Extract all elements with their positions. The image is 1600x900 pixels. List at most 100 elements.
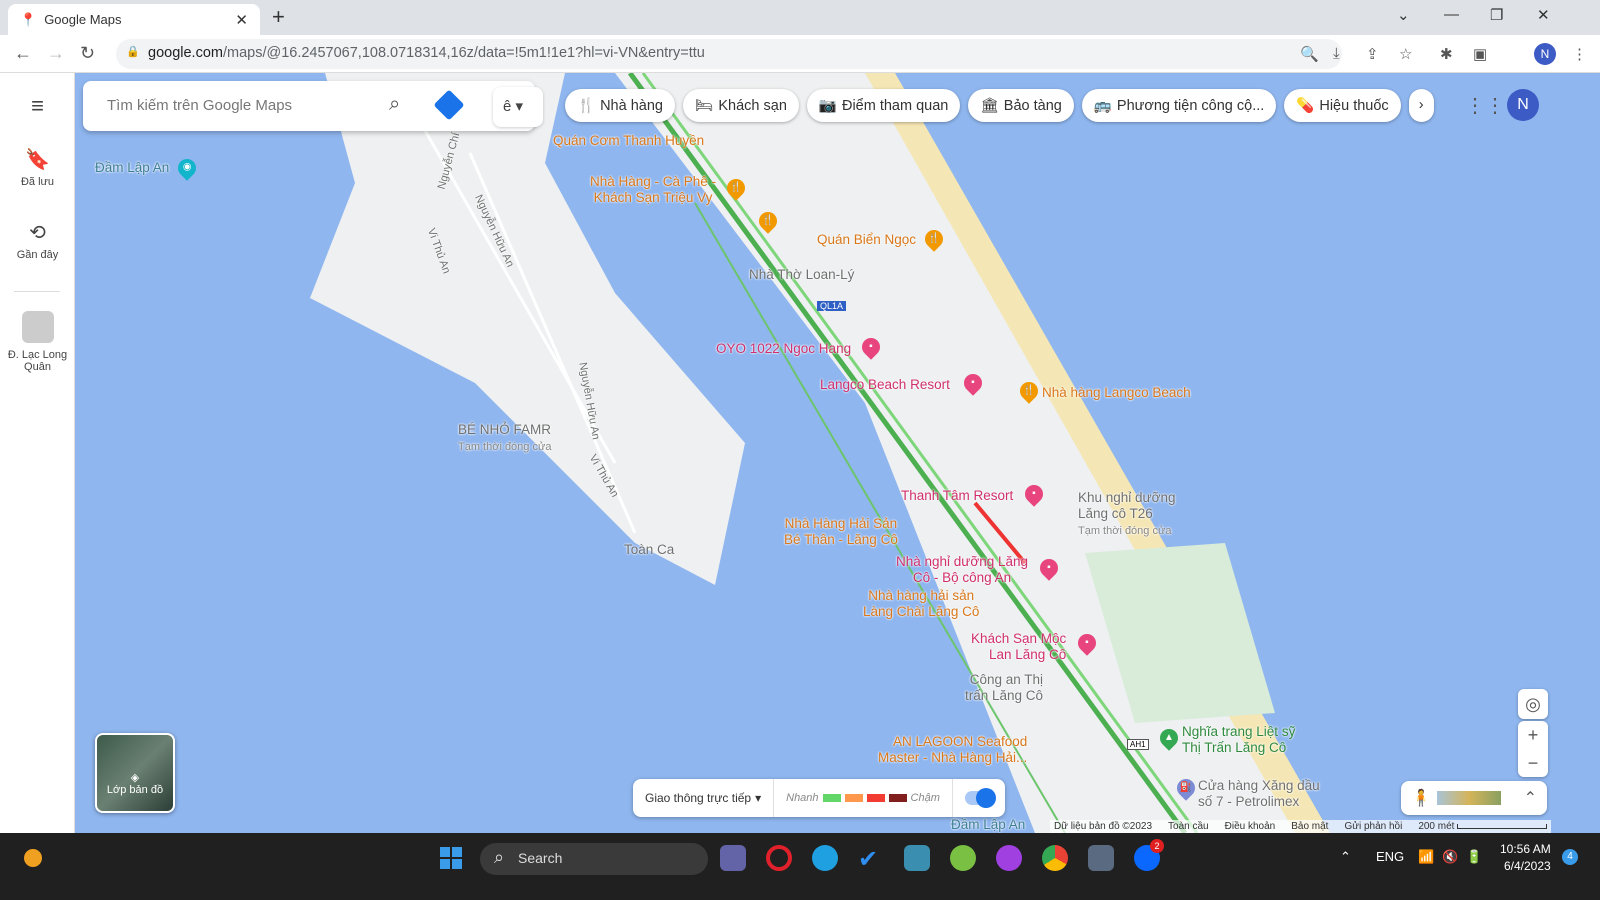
clock[interactable]: 10:56 AM 6/4/2023 [1500, 841, 1551, 875]
profile-avatar[interactable]: N [1534, 43, 1556, 65]
sidebar-item-saved[interactable]: 🔖 Đã lưu [0, 147, 75, 188]
map-label[interactable]: Toàn Ca [624, 542, 674, 558]
map-label[interactable]: Nghĩa trang Liệt sỹ Thị Trấn Lăng Cô [1182, 724, 1295, 756]
map-label[interactable]: Đầm Lập An [951, 817, 1025, 833]
pegman-icon[interactable]: 🧍 [1411, 788, 1431, 808]
directions-icon[interactable] [433, 89, 465, 121]
map-label[interactable]: Nhà nghỉ dưỡng Lăng Cô - Bộ công An [896, 554, 1028, 586]
new-tab-button[interactable]: + [272, 4, 285, 30]
chips-next-button[interactable]: › [1408, 89, 1434, 122]
forward-icon[interactable]: → [47, 43, 65, 64]
map-label[interactable]: Langco Beach Resort [820, 377, 950, 393]
input-tools-button[interactable]: ê ▾ [493, 87, 543, 127]
messenger-icon[interactable] [996, 845, 1022, 871]
map-label[interactable]: Nhà Hàng - Cà Phê - Khách Sạn Triệu Vy [590, 174, 716, 206]
map-label[interactable]: Khu nghỉ dưỡng Lăng cô T26 Tạm thời đóng c… [1078, 490, 1175, 539]
volume-muted-icon[interactable]: 🔇 [1442, 849, 1458, 865]
account-avatar[interactable]: N [1507, 89, 1539, 121]
battery-icon[interactable]: 🔋 [1466, 849, 1482, 865]
layers-button[interactable]: ◈ Lớp bản đồ [95, 733, 175, 813]
map-label[interactable]: Khách Sạn Mộc Lan Lăng Cô [971, 631, 1066, 663]
map-label[interactable]: OYO 1022 Ngoc Hang [716, 341, 851, 357]
lock-icon: 🔒 [126, 46, 140, 58]
my-location-button[interactable]: ◎ [1518, 689, 1548, 719]
chip-attractions[interactable]: 📷 Điểm tham quan [806, 89, 961, 122]
app-icon[interactable] [950, 845, 976, 871]
reload-icon[interactable]: ↻ [80, 43, 95, 64]
sidebar-item-label: Gần đây [16, 249, 59, 261]
map-label[interactable]: Nhà Hàng Hải Sản Bé Thân - Lăng Cô [784, 516, 898, 548]
map-label[interactable]: Nhà hàng Langco Beach [1042, 385, 1191, 401]
windows-start-icon[interactable] [440, 847, 462, 869]
menu-icon[interactable]: ⋮ [1572, 45, 1587, 63]
calculator-icon[interactable] [1088, 845, 1114, 871]
search-input[interactable]: Tìm kiếm trên Google Maps [107, 97, 292, 114]
extensions-icon[interactable]: ✱ [1440, 45, 1453, 63]
chip-museums[interactable]: 🏛 Bảo tàng [968, 89, 1074, 122]
minimize-button[interactable]: — [1444, 6, 1459, 23]
language-indicator[interactable]: ENG [1376, 849, 1404, 864]
zoom-icon[interactable]: 🔍 [1300, 45, 1319, 63]
chip-hotels[interactable]: 🛏 Khách sạn [682, 89, 799, 122]
map-label[interactable]: Cửa hàng Xăng dầu số 7 - Petrolimex [1198, 778, 1320, 810]
close-tab-icon[interactable]: ✕ [235, 11, 248, 29]
close-window-button[interactable]: ✕ [1537, 6, 1550, 24]
edge-icon[interactable] [812, 845, 838, 871]
map-label[interactable]: BÉ NHỎ FAMR Tạm thời đóng cửa [458, 422, 551, 455]
tab-google-maps[interactable]: 📍 Google Maps ✕ [8, 4, 260, 35]
map-label[interactable]: Quán Biển Ngọc [817, 232, 916, 248]
map-label[interactable]: AN LAGOON Seafood Master - Nhà Hàng Hải..… [878, 734, 1027, 766]
notification-badge: 2 [1150, 839, 1164, 853]
wifi-icon[interactable]: 📶 [1418, 849, 1434, 865]
imagery-thumbnails[interactable] [1436, 791, 1501, 805]
opera-icon[interactable] [766, 845, 792, 871]
expand-icon[interactable]: ⌃ [1524, 788, 1537, 808]
zalo-icon[interactable]: 2 [1134, 839, 1164, 871]
chrome-icon[interactable] [1042, 845, 1068, 871]
sidebar-item-recent[interactable]: ⟲ Gần đây [0, 220, 75, 261]
chip-transit[interactable]: 🚌 Phương tiện công cộ... [1081, 89, 1277, 122]
chip-pharmacies[interactable]: 💊 Hiệu thuốc [1284, 89, 1401, 122]
traffic-dropdown[interactable]: Giao thông trực tiếp ▾ [633, 779, 775, 817]
share-icon[interactable]: ⇪ [1366, 45, 1379, 63]
privacy-link[interactable]: Bảo mật [1291, 821, 1328, 832]
map-label[interactable]: Đầm Lập An [95, 160, 169, 176]
map-label[interactable]: Nhà hàng hải sản Làng Chài Lăng Cô [863, 588, 979, 620]
sidebar-item-label: Đã lưu [20, 176, 55, 188]
map-footer: Dữ liệu bản đồ ©2023 Toàn cầu Điều khoản… [1050, 820, 1552, 833]
chip-restaurants[interactable]: 🍴 Nhà hàng [565, 89, 675, 122]
layers-icon: ◈ [130, 772, 140, 784]
search-box[interactable]: Tìm kiếm trên Google Maps ⌕ [83, 81, 535, 131]
url-input[interactable]: 🔒 google.com/maps/@16.2457067,108.0718314… [116, 39, 1342, 69]
map-label[interactable]: Quán Cơm Thanh Huyền [553, 133, 704, 149]
global-link[interactable]: Toàn cầu [1168, 821, 1209, 832]
map-canvas[interactable]: Đầm Lập An Quán Cơm Thanh Huyền Nhà Hàng… [75, 73, 1600, 833]
street-view-panel: 🧍 ⌃ [1401, 781, 1547, 815]
keyboard-app-icon[interactable] [904, 845, 930, 871]
map-label[interactable]: Nhà Thờ Loan-Lý [749, 267, 854, 283]
tab-search-icon[interactable]: ⌄ [1397, 6, 1410, 24]
bookmark-star-icon[interactable]: ☆ [1399, 45, 1412, 63]
install-icon[interactable]: ⤓ [1333, 45, 1340, 62]
scale-bar[interactable]: 200 mét [1418, 821, 1548, 832]
side-panel-icon[interactable]: ▣ [1473, 45, 1487, 63]
todo-icon[interactable]: ✔ [858, 845, 884, 873]
notification-count[interactable]: 4 [1562, 849, 1578, 865]
zoom-out-button[interactable]: − [1518, 749, 1548, 777]
map-label[interactable]: Thanh Tâm Resort [901, 488, 1013, 504]
terms-link[interactable]: Điều khoản [1225, 821, 1276, 832]
weather-icon[interactable] [24, 849, 42, 867]
feedback-link[interactable]: Gửi phản hồi [1344, 821, 1402, 832]
teams-icon[interactable] [720, 845, 746, 871]
tray-chevron-icon[interactable]: ⌃ [1340, 849, 1351, 865]
sidebar-item-recent-place[interactable]: Đ. Lạc Long Quân [0, 311, 75, 373]
back-icon[interactable]: ← [14, 43, 32, 64]
traffic-toggle[interactable] [964, 788, 996, 808]
zoom-in-button[interactable]: + [1518, 721, 1548, 749]
menu-hamburger-icon[interactable]: ≡ [0, 93, 75, 119]
taskbar-search[interactable]: Search [480, 843, 708, 875]
highway-shield: QL1A [817, 301, 847, 311]
map-label[interactable]: Công an Thị trấn Lăng Cô [965, 672, 1043, 704]
search-icon[interactable]: ⌕ [389, 93, 400, 116]
restore-button[interactable]: ❐ [1490, 6, 1503, 24]
